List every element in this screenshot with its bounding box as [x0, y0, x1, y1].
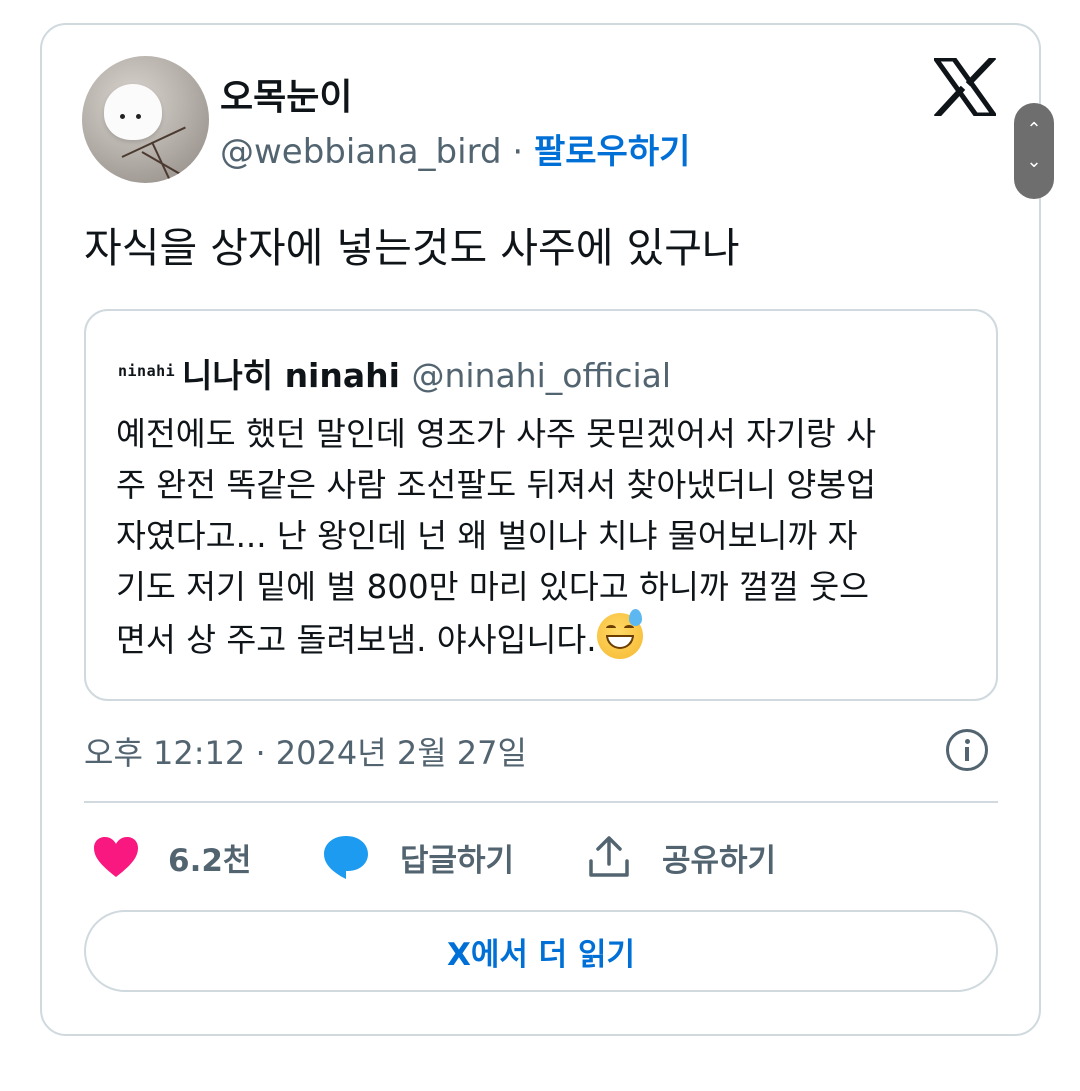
quoted-line-last: 면서 상 주고 돌려보냄. 야사입니다. — [116, 609, 976, 666]
scroll-up-icon[interactable]: ⌃ — [1014, 119, 1054, 140]
heart-icon — [94, 837, 138, 877]
branch-decoration — [151, 141, 175, 183]
quoted-line: 주 완전 똑같은 사람 조선팔도 뒤져서 찾아냈더니 양봉업 — [116, 466, 877, 504]
read-more-on-x-button[interactable]: X에서 더 읽기 — [84, 910, 998, 992]
quoted-display-name: 니나히 ninahi — [182, 356, 400, 395]
info-icon[interactable] — [946, 729, 988, 771]
quoted-line: 면서 상 주고 돌려보냄. 야사입니다. — [116, 621, 597, 659]
tweet-timestamp[interactable]: 오후 12:12 · 2024년 2월 27일 — [84, 728, 527, 774]
divider — [84, 801, 998, 803]
share-button[interactable]: 공유하기 — [587, 832, 776, 882]
reply-label: 답글하기 — [400, 842, 515, 879]
author-handle[interactable]: @webbiana_bird — [220, 132, 502, 172]
reply-button[interactable]: 답글하기 — [322, 832, 514, 882]
share-icon — [589, 836, 629, 877]
follow-button[interactable]: 팔로우하기 — [534, 132, 690, 172]
separator-dot: · — [512, 132, 524, 172]
bird-image — [104, 84, 162, 140]
bird-eye — [136, 114, 141, 119]
quoted-line: 자였다고... 난 왕인데 넌 왜 벌이나 치냐 물어보니까 자 — [116, 517, 858, 555]
reply-bubble-icon — [324, 836, 368, 879]
ninahi-logo: ninahi — [118, 362, 176, 380]
scroll-controls: ⌃ ⌄ — [1014, 103, 1054, 199]
bird-eye — [120, 114, 125, 119]
quoted-handle: @ninahi_official — [411, 356, 672, 395]
like-count: 6.2천 — [168, 842, 252, 879]
quoted-author: 니나히 ninahi @ninahi_official — [182, 349, 671, 397]
sweat-smile-emoji-icon — [596, 609, 643, 659]
author-display-name[interactable]: 오목눈이 — [220, 68, 352, 120]
author-avatar[interactable] — [82, 56, 209, 183]
quoted-line: 기도 저기 밑에 벌 800만 마리 있다고 하니까 껄껄 웃으 — [116, 568, 870, 606]
share-label: 공유하기 — [662, 842, 777, 879]
scroll-down-icon[interactable]: ⌄ — [1014, 151, 1054, 172]
like-button[interactable]: 6.2천 — [92, 832, 251, 882]
tweet-text: 자식을 상자에 넣는것도 사주에 있구나 — [84, 224, 740, 272]
quoted-line: 예전에도 했던 말인데 영조가 사주 못믿겠어서 자기랑 사 — [116, 415, 877, 453]
author-handle-row: @webbiana_bird · 팔로우하기 — [220, 124, 690, 173]
quoted-tweet-text: 예전에도 했던 말인데 영조가 사주 못믿겠어서 자기랑 사 주 완전 똑같은 … — [116, 409, 976, 666]
quoted-tweet[interactable]: ninahi 니나히 ninahi @ninahi_official 예전에도 … — [84, 309, 998, 701]
x-logo-icon[interactable] — [934, 58, 996, 116]
